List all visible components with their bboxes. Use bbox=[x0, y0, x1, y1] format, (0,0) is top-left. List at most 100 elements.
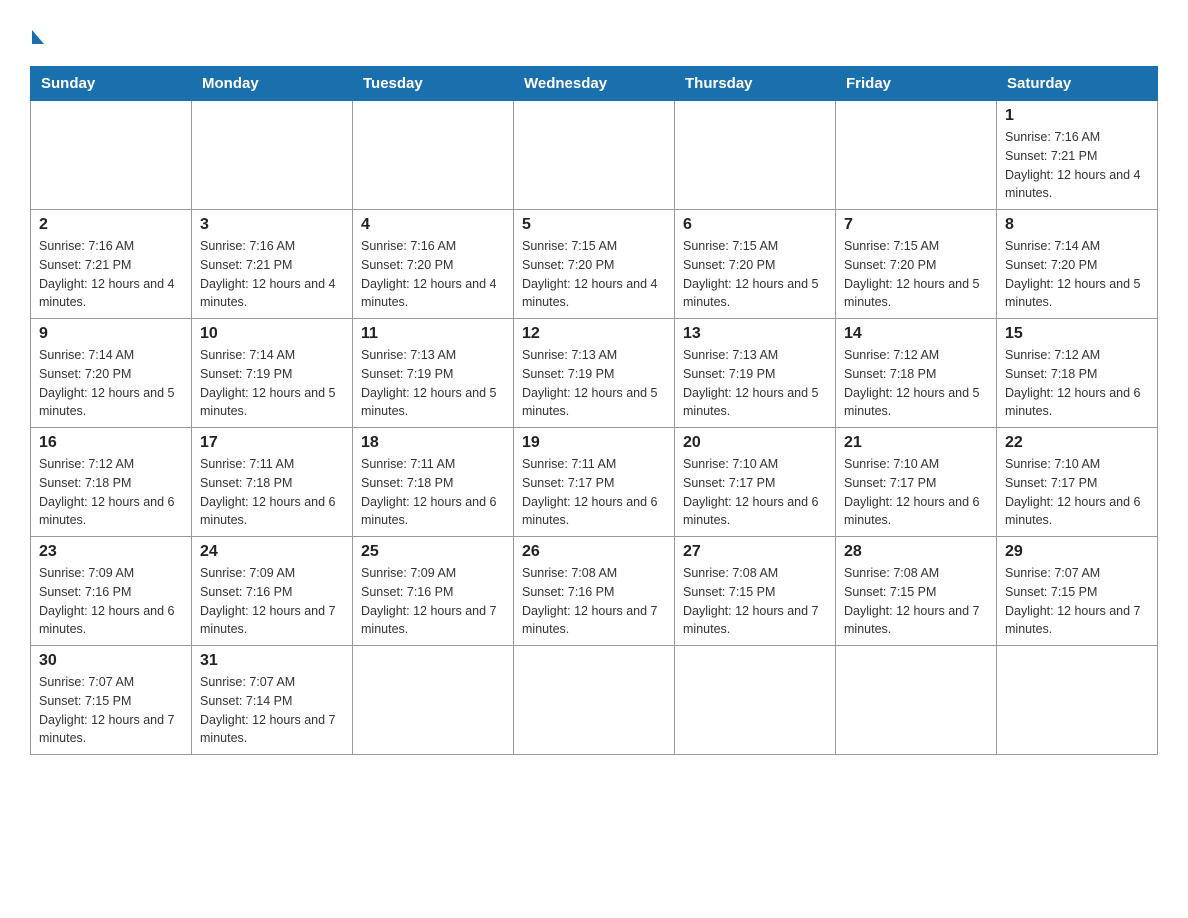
page-header bbox=[30, 20, 1158, 50]
calendar-table: SundayMondayTuesdayWednesdayThursdayFrid… bbox=[30, 66, 1158, 755]
day-info: Sunrise: 7:11 AMSunset: 7:18 PMDaylight:… bbox=[361, 455, 505, 530]
calendar-cell: 15 Sunrise: 7:12 AMSunset: 7:18 PMDayligh… bbox=[997, 319, 1158, 428]
calendar-cell bbox=[675, 646, 836, 755]
day-number: 29 bbox=[1005, 543, 1149, 561]
calendar-cell: 23 Sunrise: 7:09 AMSunset: 7:16 PMDayligh… bbox=[31, 537, 192, 646]
day-number: 4 bbox=[361, 216, 505, 234]
calendar-cell: 31 Sunrise: 7:07 AMSunset: 7:14 PMDayligh… bbox=[192, 646, 353, 755]
calendar-week-row: 30 Sunrise: 7:07 AMSunset: 7:15 PMDayligh… bbox=[31, 646, 1158, 755]
day-info: Sunrise: 7:08 AMSunset: 7:15 PMDaylight:… bbox=[844, 564, 988, 639]
calendar-cell: 1Sunrise: 7:16 AMSunset: 7:21 PMDaylight… bbox=[997, 101, 1158, 210]
calendar-header-friday: Friday bbox=[836, 67, 997, 101]
calendar-week-row: 1Sunrise: 7:16 AMSunset: 7:21 PMDaylight… bbox=[31, 101, 1158, 210]
calendar-cell bbox=[836, 101, 997, 210]
day-info: Sunrise: 7:14 AMSunset: 7:20 PMDaylight:… bbox=[1005, 237, 1149, 312]
day-number: 30 bbox=[39, 652, 183, 670]
calendar-header-row: SundayMondayTuesdayWednesdayThursdayFrid… bbox=[31, 67, 1158, 101]
day-info: Sunrise: 7:10 AMSunset: 7:17 PMDaylight:… bbox=[1005, 455, 1149, 530]
day-number: 27 bbox=[683, 543, 827, 561]
calendar-cell: 6 Sunrise: 7:15 AMSunset: 7:20 PMDaylight… bbox=[675, 210, 836, 319]
day-info: Sunrise: 7:10 AMSunset: 7:17 PMDaylight:… bbox=[844, 455, 988, 530]
day-number: 10 bbox=[200, 325, 344, 343]
day-number: 18 bbox=[361, 434, 505, 452]
calendar-cell: 20Sunrise: 7:10 AMSunset: 7:17 PMDayligh… bbox=[675, 428, 836, 537]
calendar-cell: 25 Sunrise: 7:09 AMSunset: 7:16 PMDayligh… bbox=[353, 537, 514, 646]
day-info: Sunrise: 7:16 AMSunset: 7:21 PMDaylight:… bbox=[200, 237, 344, 312]
calendar-cell: 22 Sunrise: 7:10 AMSunset: 7:17 PMDayligh… bbox=[997, 428, 1158, 537]
day-info: Sunrise: 7:16 AMSunset: 7:21 PMDaylight:… bbox=[1005, 128, 1149, 203]
calendar-header-tuesday: Tuesday bbox=[353, 67, 514, 101]
day-info: Sunrise: 7:11 AMSunset: 7:18 PMDaylight:… bbox=[200, 455, 344, 530]
day-info: Sunrise: 7:13 AMSunset: 7:19 PMDaylight:… bbox=[522, 346, 666, 421]
calendar-header-thursday: Thursday bbox=[675, 67, 836, 101]
day-info: Sunrise: 7:13 AMSunset: 7:19 PMDaylight:… bbox=[683, 346, 827, 421]
day-number: 6 bbox=[683, 216, 827, 234]
calendar-cell bbox=[192, 101, 353, 210]
calendar-cell: 18 Sunrise: 7:11 AMSunset: 7:18 PMDayligh… bbox=[353, 428, 514, 537]
day-number: 7 bbox=[844, 216, 988, 234]
calendar-header-saturday: Saturday bbox=[997, 67, 1158, 101]
day-number: 21 bbox=[844, 434, 988, 452]
calendar-cell: 10 Sunrise: 7:14 AMSunset: 7:19 PMDayligh… bbox=[192, 319, 353, 428]
calendar-cell: 30 Sunrise: 7:07 AMSunset: 7:15 PMDayligh… bbox=[31, 646, 192, 755]
day-number: 23 bbox=[39, 543, 183, 561]
day-info: Sunrise: 7:15 AMSunset: 7:20 PMDaylight:… bbox=[522, 237, 666, 312]
calendar-cell: 5Sunrise: 7:15 AMSunset: 7:20 PMDaylight… bbox=[514, 210, 675, 319]
day-number: 28 bbox=[844, 543, 988, 561]
day-number: 13 bbox=[683, 325, 827, 343]
calendar-cell: 27 Sunrise: 7:08 AMSunset: 7:15 PMDayligh… bbox=[675, 537, 836, 646]
calendar-cell bbox=[514, 646, 675, 755]
calendar-cell: 4 Sunrise: 7:16 AMSunset: 7:20 PMDaylight… bbox=[353, 210, 514, 319]
calendar-header-monday: Monday bbox=[192, 67, 353, 101]
day-number: 31 bbox=[200, 652, 344, 670]
calendar-week-row: 2 Sunrise: 7:16 AMSunset: 7:21 PMDaylight… bbox=[31, 210, 1158, 319]
day-info: Sunrise: 7:08 AMSunset: 7:16 PMDaylight:… bbox=[522, 564, 666, 639]
calendar-cell bbox=[836, 646, 997, 755]
day-info: Sunrise: 7:12 AMSunset: 7:18 PMDaylight:… bbox=[844, 346, 988, 421]
calendar-cell: 28 Sunrise: 7:08 AMSunset: 7:15 PMDayligh… bbox=[836, 537, 997, 646]
calendar-cell: 9 Sunrise: 7:14 AMSunset: 7:20 PMDaylight… bbox=[31, 319, 192, 428]
day-info: Sunrise: 7:09 AMSunset: 7:16 PMDaylight:… bbox=[39, 564, 183, 639]
day-info: Sunrise: 7:11 AMSunset: 7:17 PMDaylight:… bbox=[522, 455, 666, 530]
calendar-cell: 16 Sunrise: 7:12 AMSunset: 7:18 PMDayligh… bbox=[31, 428, 192, 537]
day-info: Sunrise: 7:08 AMSunset: 7:15 PMDaylight:… bbox=[683, 564, 827, 639]
day-number: 22 bbox=[1005, 434, 1149, 452]
calendar-cell bbox=[675, 101, 836, 210]
logo-arrow-icon bbox=[32, 30, 44, 44]
day-number: 25 bbox=[361, 543, 505, 561]
day-info: Sunrise: 7:12 AMSunset: 7:18 PMDaylight:… bbox=[1005, 346, 1149, 421]
day-info: Sunrise: 7:07 AMSunset: 7:14 PMDaylight:… bbox=[200, 673, 344, 748]
day-info: Sunrise: 7:07 AMSunset: 7:15 PMDaylight:… bbox=[39, 673, 183, 748]
day-number: 24 bbox=[200, 543, 344, 561]
calendar-cell: 7 Sunrise: 7:15 AMSunset: 7:20 PMDaylight… bbox=[836, 210, 997, 319]
day-number: 20 bbox=[683, 434, 827, 452]
calendar-cell: 14Sunrise: 7:12 AMSunset: 7:18 PMDayligh… bbox=[836, 319, 997, 428]
day-info: Sunrise: 7:15 AMSunset: 7:20 PMDaylight:… bbox=[683, 237, 827, 312]
day-number: 8 bbox=[1005, 216, 1149, 234]
calendar-cell: 21 Sunrise: 7:10 AMSunset: 7:17 PMDayligh… bbox=[836, 428, 997, 537]
day-number: 2 bbox=[39, 216, 183, 234]
day-number: 17 bbox=[200, 434, 344, 452]
calendar-week-row: 16 Sunrise: 7:12 AMSunset: 7:18 PMDayligh… bbox=[31, 428, 1158, 537]
day-info: Sunrise: 7:14 AMSunset: 7:19 PMDaylight:… bbox=[200, 346, 344, 421]
day-info: Sunrise: 7:09 AMSunset: 7:16 PMDaylight:… bbox=[200, 564, 344, 639]
day-number: 15 bbox=[1005, 325, 1149, 343]
calendar-cell: 19Sunrise: 7:11 AMSunset: 7:17 PMDayligh… bbox=[514, 428, 675, 537]
day-info: Sunrise: 7:16 AMSunset: 7:20 PMDaylight:… bbox=[361, 237, 505, 312]
calendar-cell bbox=[997, 646, 1158, 755]
calendar-cell: 26Sunrise: 7:08 AMSunset: 7:16 PMDayligh… bbox=[514, 537, 675, 646]
calendar-cell bbox=[31, 101, 192, 210]
calendar-cell: 3Sunrise: 7:16 AMSunset: 7:21 PMDaylight… bbox=[192, 210, 353, 319]
day-info: Sunrise: 7:14 AMSunset: 7:20 PMDaylight:… bbox=[39, 346, 183, 421]
logo bbox=[30, 30, 44, 50]
day-info: Sunrise: 7:12 AMSunset: 7:18 PMDaylight:… bbox=[39, 455, 183, 530]
calendar-header-sunday: Sunday bbox=[31, 67, 192, 101]
day-number: 12 bbox=[522, 325, 666, 343]
day-info: Sunrise: 7:15 AMSunset: 7:20 PMDaylight:… bbox=[844, 237, 988, 312]
day-number: 9 bbox=[39, 325, 183, 343]
day-info: Sunrise: 7:09 AMSunset: 7:16 PMDaylight:… bbox=[361, 564, 505, 639]
day-number: 16 bbox=[39, 434, 183, 452]
calendar-cell: 29Sunrise: 7:07 AMSunset: 7:15 PMDayligh… bbox=[997, 537, 1158, 646]
calendar-cell: 12 Sunrise: 7:13 AMSunset: 7:19 PMDayligh… bbox=[514, 319, 675, 428]
day-info: Sunrise: 7:13 AMSunset: 7:19 PMDaylight:… bbox=[361, 346, 505, 421]
